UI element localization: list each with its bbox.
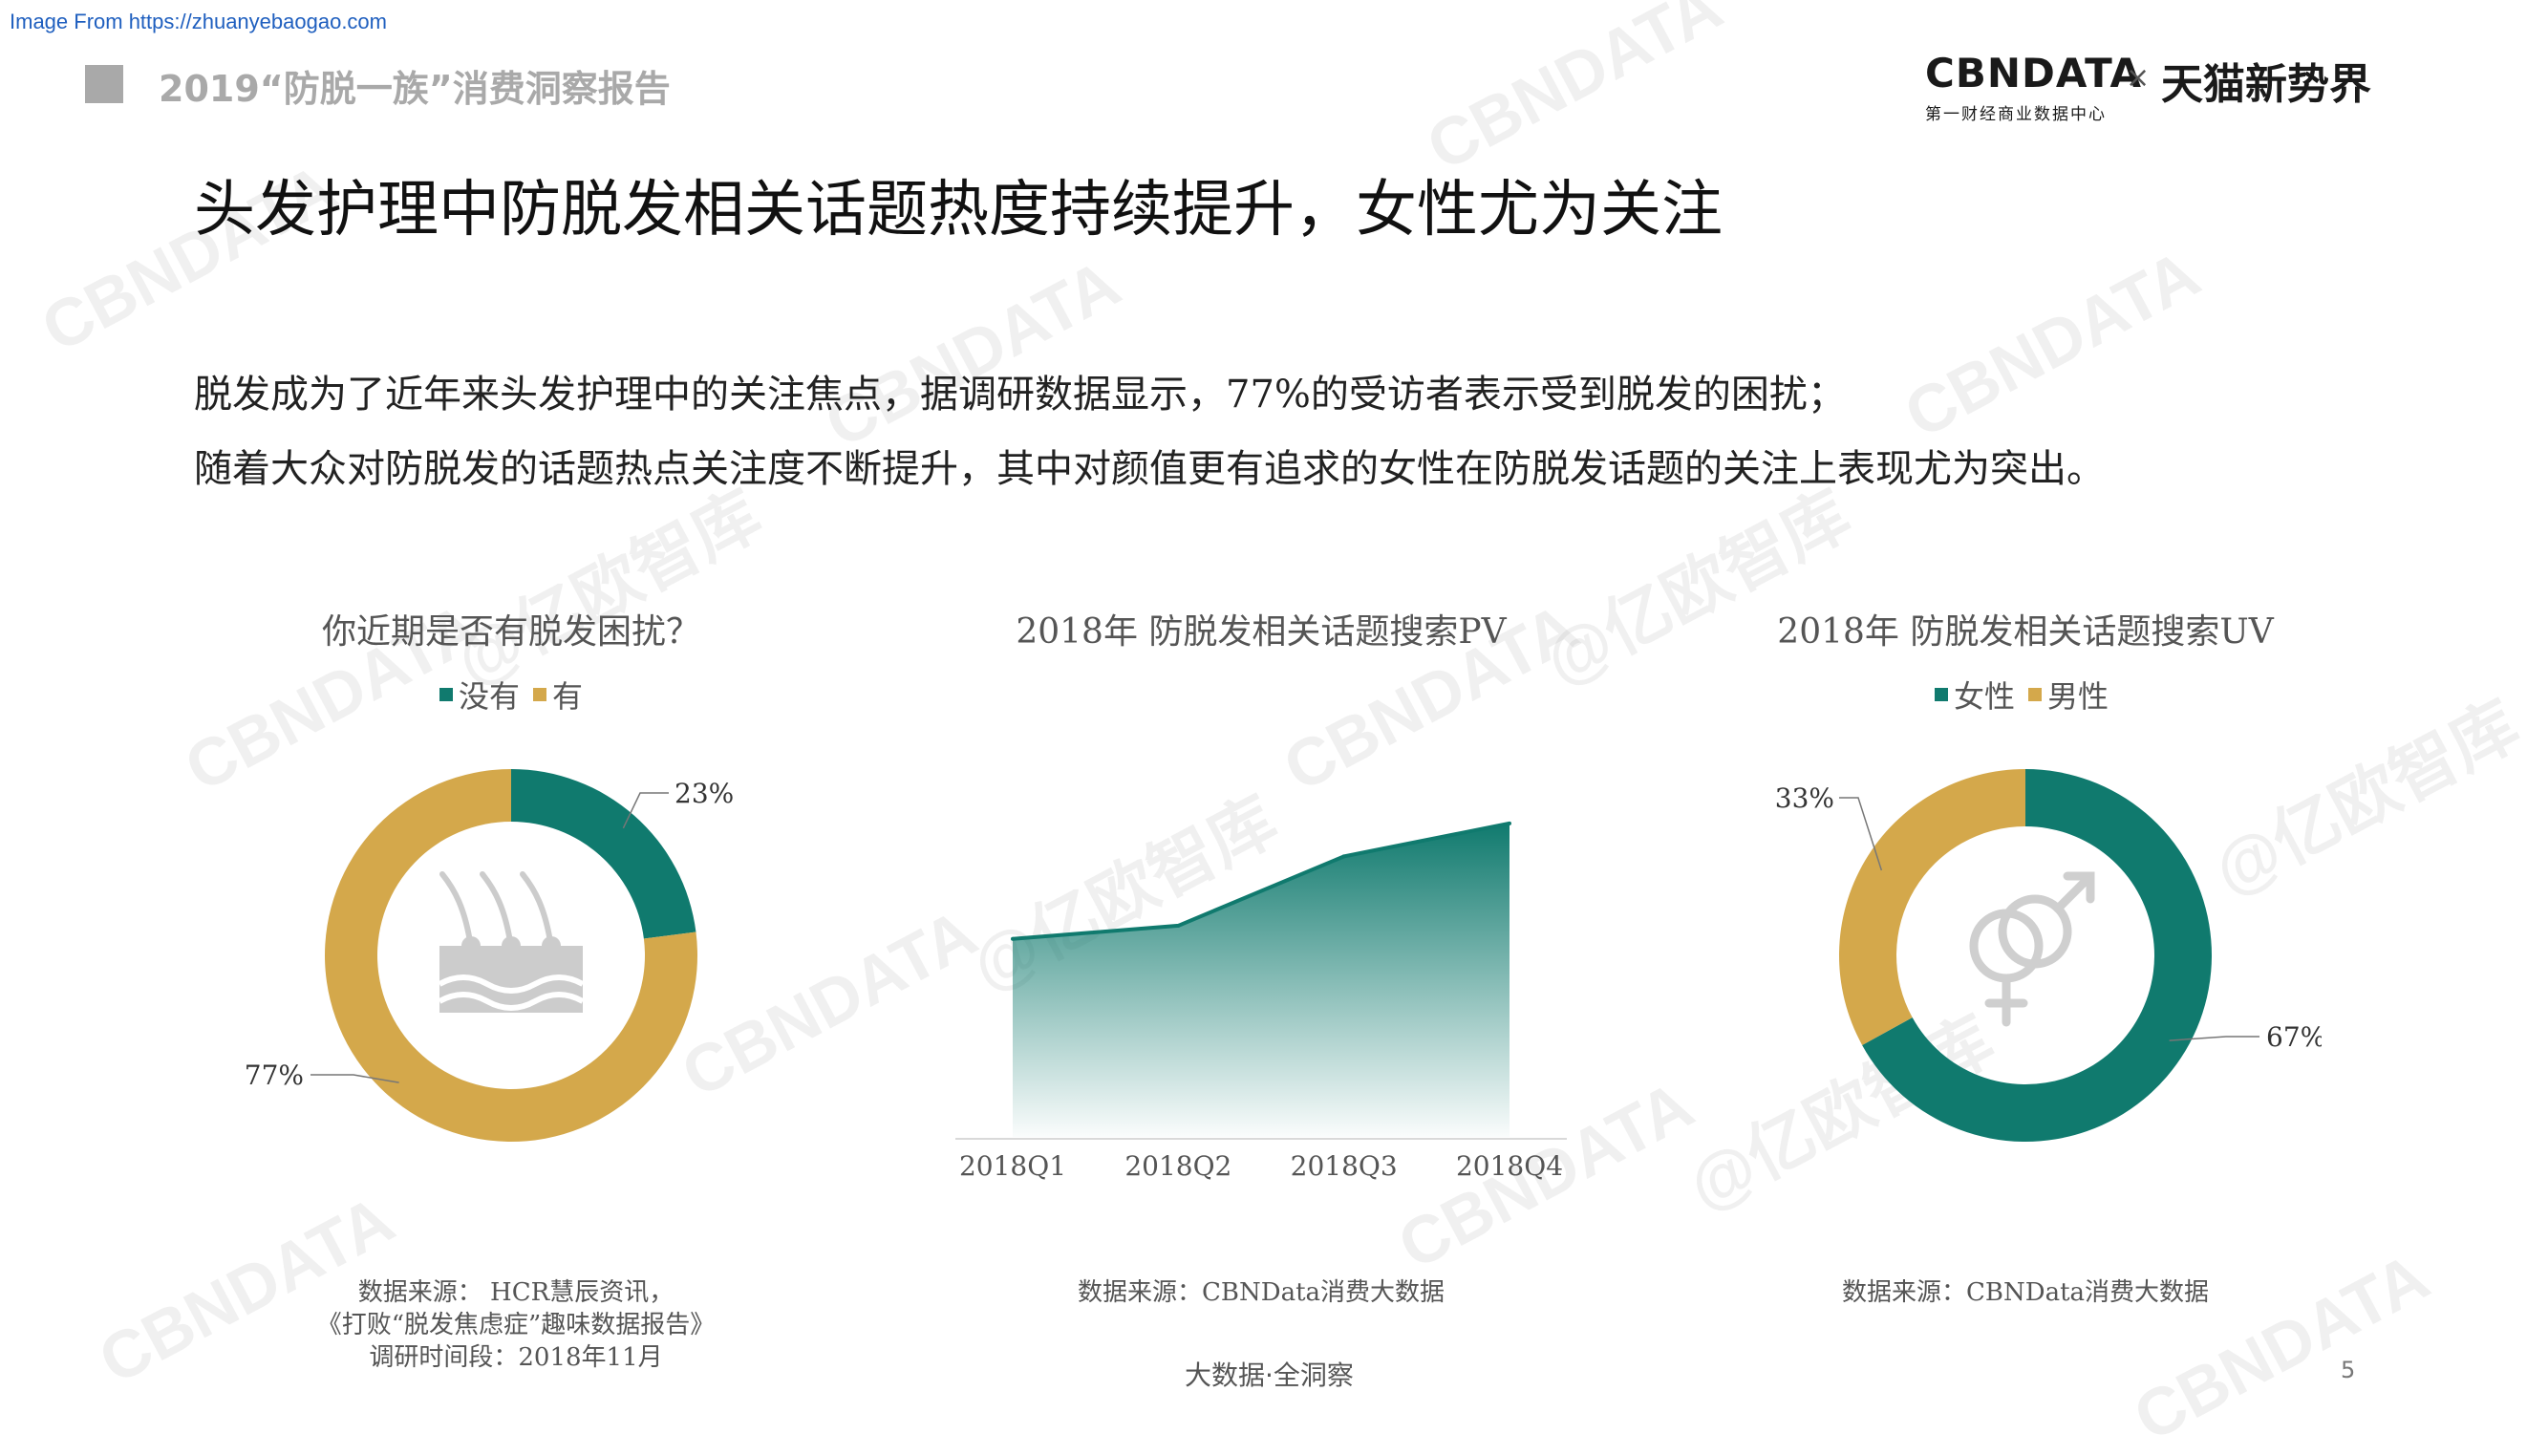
legend-label: 男性 — [2047, 678, 2109, 715]
x-tick-label: 2018Q4 — [1456, 1150, 1563, 1182]
area-fill — [1013, 823, 1510, 1137]
paragraph-line-2: 随着大众对防脱发的话题热点关注度不断提升，其中对颜值更有追求的女性在防脱发话题的… — [194, 447, 2105, 491]
area-point — [1508, 821, 1511, 825]
legend-label: 有 — [552, 678, 584, 715]
legend-item-yes: 有 — [533, 673, 583, 717]
brand-main: CBNDATA — [1925, 50, 2142, 96]
legend-item-no: 没有 — [439, 673, 520, 717]
x-tick-label: 2018Q2 — [1124, 1150, 1231, 1182]
report-title: 2019“防脱一族”消费洞察报告 — [159, 68, 671, 110]
area-point — [1176, 923, 1181, 928]
chart1-donut: 23% 77% — [245, 769, 734, 1142]
brand-sub: 第一财经商业数据中心 — [1925, 105, 2107, 124]
watermark: CBNDATA — [1415, 0, 1734, 185]
pie-data-label: 67% — [2266, 1021, 2322, 1053]
page-title: 头发护理中防脱发相关话题热度持续提升，女性尤为关注 — [194, 175, 1723, 246]
page-number: 5 — [2341, 1357, 2356, 1383]
watermark: @亿欧智库 — [443, 477, 773, 699]
chart2-area: 2018Q1 2018Q2 2018Q3 2018Q4 — [955, 821, 1567, 1182]
area-point — [1011, 936, 1015, 941]
chart3-source: 数据来源：CBNData消费大数据 — [1739, 1276, 2312, 1309]
legend-swatch-teal — [1935, 688, 1948, 701]
watermark: CBNDATA — [1893, 235, 2212, 453]
x-tick-label: 2018Q1 — [959, 1150, 1066, 1182]
watermark: CBNDATA — [2122, 1238, 2441, 1456]
watermark: @亿欧智库 — [1532, 477, 1862, 699]
legend-swatch-teal — [439, 688, 453, 701]
hair-follicle-icon — [438, 871, 585, 1013]
legend-label: 女性 — [1954, 678, 2016, 715]
chart1-title: 你近期是否有脱发困扰？ — [321, 612, 700, 652]
legend-swatch-gold — [533, 688, 547, 701]
paragraph-line-1: 脱发成为了近年来头发护理中的关注焦点，据调研数据显示，77%的受访者表示受到脱发… — [194, 373, 1846, 417]
pie-data-label: 33% — [1775, 782, 1834, 814]
brand-separator: × — [2126, 61, 2151, 95]
brand-logo: CBNDATA 第一财经商业数据中心 — [1925, 50, 2142, 124]
pie-data-label: 77% — [245, 1060, 304, 1091]
brand-partner: 天猫新势界 — [2161, 60, 2371, 109]
chart3-legend: 女性 男性 — [1935, 673, 2109, 717]
chart2-source: 数据来源：CBNData消费大数据 — [974, 1276, 1548, 1309]
chart2-title: 2018年 防脱发相关话题搜索PV — [1016, 612, 1507, 652]
legend-item-male: 男性 — [2028, 673, 2109, 717]
source-link[interactable]: Image From https://zhuanyebaogao.com — [10, 10, 387, 34]
pie-data-label: 23% — [674, 778, 734, 809]
source-line: 调研时间段：2018年11月 — [369, 1343, 663, 1372]
chart3-donut: 67% 33% — [1775, 769, 2322, 1142]
gender-symbols-icon — [1969, 871, 2095, 1027]
chart1-legend: 没有 有 — [439, 673, 583, 717]
pie-slice-1 — [511, 769, 696, 939]
footer-tagline: 大数据·全洞察 — [1185, 1360, 1354, 1391]
source-line: 数据来源：CBNData消费大数据 — [1077, 1278, 1445, 1307]
x-tick-label: 2018Q3 — [1291, 1150, 1398, 1182]
legend-label: 没有 — [459, 678, 521, 715]
chart3-title: 2018年 防脱发相关话题搜索UV — [1777, 612, 2274, 652]
source-line: 《打败“脱发焦虑症”趣味数据报告》 — [316, 1311, 716, 1339]
source-line: 数据来源： HCR慧辰资讯， — [357, 1278, 674, 1307]
chart1-source: 数据来源： HCR慧辰资讯， 《打败“脱发焦虑症”趣味数据报告》 调研时间段：2… — [229, 1276, 803, 1374]
legend-swatch-gold — [2028, 688, 2043, 701]
area-point — [1341, 854, 1346, 859]
header-square-icon — [85, 65, 123, 103]
source-line: 数据来源：CBNData消费大数据 — [1841, 1278, 2210, 1307]
legend-item-female: 女性 — [1935, 673, 2015, 717]
watermark: CBNDATA — [813, 245, 1132, 462]
